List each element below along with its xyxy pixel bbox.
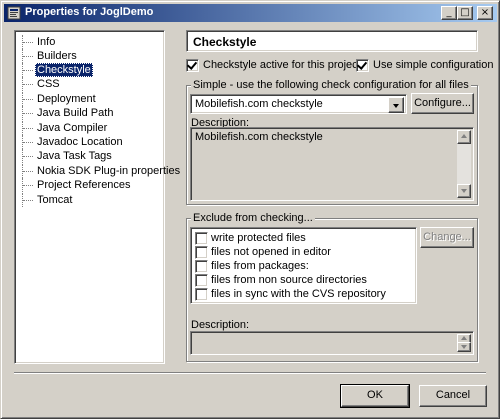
exclude-description-field[interactable]	[190, 331, 474, 355]
tree-connector	[22, 77, 34, 91]
nav-item-label: Java Task Tags	[37, 150, 112, 162]
window-title: Properties for JoglDemo	[25, 6, 154, 18]
simple-description-field[interactable]: Mobilefish.com checkstyle	[190, 127, 474, 201]
tree-connector	[22, 63, 34, 77]
tree-connector	[22, 149, 34, 163]
nav-item-label: Java Compiler	[37, 122, 108, 134]
change-button[interactable]: Change...	[420, 227, 474, 248]
close-button[interactable]: ×	[477, 6, 493, 20]
simple-description-text: Mobilefish.com checkstyle	[195, 131, 323, 143]
title-bar[interactable]: Properties for JoglDemo _ □ ×	[4, 4, 497, 22]
checkstyle-active-checkbox[interactable]	[186, 59, 199, 72]
properties-dialog: Properties for JoglDemo _ □ × Info Build…	[0, 0, 500, 419]
nav-item-label: CSS	[37, 78, 60, 90]
check-config-value: Mobilefish.com checkstyle	[195, 98, 323, 110]
simple-config-group-title: Simple - use the following check configu…	[191, 79, 471, 92]
exclude-checkbox[interactable]	[195, 274, 208, 287]
tree-connector	[22, 92, 34, 106]
arrow-down-icon	[461, 189, 467, 193]
chevron-down-icon	[393, 104, 399, 108]
page-title-box: Checkstyle	[186, 30, 478, 52]
exclude-item-label: files from non source directories	[211, 274, 367, 286]
exclude-checkbox[interactable]	[195, 260, 208, 273]
scroll-up-button[interactable]	[457, 130, 471, 144]
use-simple-config-label: Use simple configuration	[373, 59, 494, 71]
checkstyle-active-label: Checkstyle active for this project	[203, 59, 361, 71]
tree-connector	[22, 193, 34, 207]
tree-connector	[22, 35, 34, 49]
nav-item-label: Builders	[37, 50, 77, 62]
nav-item-label: Java Build Path	[37, 107, 114, 119]
nav-item-label: Javadoc Location	[37, 136, 123, 148]
exclude-item-label: write protected files	[211, 232, 306, 244]
cancel-button[interactable]: Cancel	[419, 385, 487, 407]
exclude-item-label: files from packages:	[211, 260, 309, 272]
arrow-up-icon	[461, 134, 467, 138]
arrow-up-icon	[461, 336, 467, 340]
maximize-button[interactable]: □	[457, 6, 473, 20]
tree-connector	[22, 164, 34, 178]
exclude-options-list[interactable]: write protected files files not opened i…	[190, 227, 417, 304]
nav-item-label: Info	[37, 36, 56, 48]
nav-item-label: Checkstyle	[35, 63, 93, 77]
footer-divider	[14, 372, 486, 374]
page-title: Checkstyle	[193, 35, 257, 49]
properties-icon	[7, 6, 21, 20]
vertical-scrollbar[interactable]	[457, 130, 471, 198]
exclude-checkbox[interactable]	[195, 288, 208, 301]
exclude-checkbox[interactable]	[195, 246, 208, 259]
tree-connector	[22, 121, 34, 135]
tree-connector	[22, 49, 34, 63]
minimize-button[interactable]: _	[441, 6, 457, 20]
tree-connector	[22, 178, 34, 192]
nav-item-label: Project References	[37, 179, 131, 191]
close-icon: ×	[480, 7, 490, 18]
ok-button[interactable]: OK	[340, 384, 410, 408]
exclude-item-label: files not opened in editor	[211, 246, 331, 258]
arrow-down-icon	[461, 345, 467, 349]
property-pages-tree[interactable]: Info Builders Checkstyle CSS Deployment …	[14, 30, 180, 364]
configure-button[interactable]: Configure...	[411, 93, 474, 114]
nav-item-label: Nokia SDK Plug-in properties	[37, 165, 181, 177]
tree-connector	[22, 135, 34, 149]
check-config-select[interactable]: Mobilefish.com checkstyle	[190, 94, 407, 114]
dropdown-button[interactable]	[388, 97, 404, 113]
maximize-icon: □	[460, 7, 470, 18]
minimize-icon: _	[446, 7, 452, 18]
vertical-scrollbar[interactable]	[457, 334, 471, 352]
exclude-group-title: Exclude from checking...	[191, 212, 315, 225]
scroll-down-button[interactable]	[457, 184, 471, 198]
tree-connector	[22, 106, 34, 120]
nav-item-label: Deployment	[37, 93, 96, 105]
exclude-checkbox[interactable]	[195, 232, 208, 245]
exclude-item-label: files in sync with the CVS repository	[211, 288, 386, 300]
scroll-down-button[interactable]	[457, 342, 471, 352]
use-simple-config-checkbox[interactable]	[356, 59, 369, 72]
nav-item-label: Tomcat	[37, 194, 73, 206]
